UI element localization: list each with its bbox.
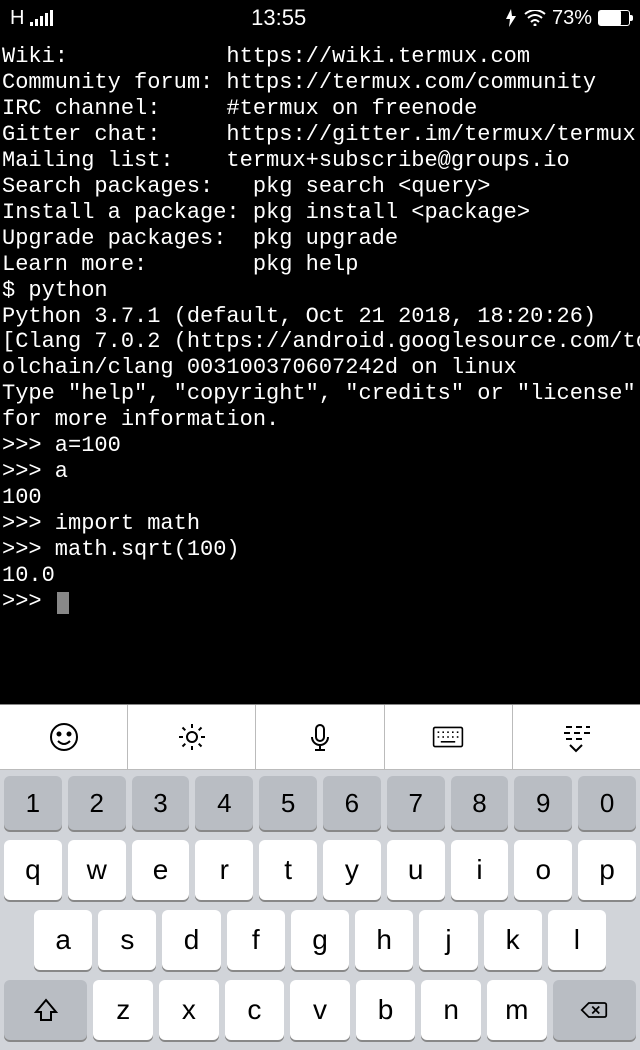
key-z[interactable]: z	[93, 980, 153, 1040]
key-0[interactable]: 0	[578, 776, 636, 830]
terminal-line: IRC channel: #termux on freenode	[2, 96, 638, 122]
signal-icon	[30, 10, 53, 26]
terminal-line: Mailing list: termux+subscribe@groups.io	[2, 148, 638, 174]
terminal-line: for more information.	[2, 407, 638, 433]
terminal-line: Learn more: pkg help	[2, 252, 638, 278]
terminal-line: Community forum: https://termux.com/comm…	[2, 70, 638, 96]
terminal-line: Type "help", "copyright", "credits" or "…	[2, 381, 638, 407]
soft-keyboard: 1234567890 qwertyuiop asdfghjkl zxcvbnm	[0, 770, 640, 1050]
terminal-line: Python 3.7.1 (default, Oct 21 2018, 18:2…	[2, 304, 638, 330]
key-f[interactable]: f	[227, 910, 285, 970]
charging-icon	[504, 9, 518, 27]
terminal-line: >>> math.sqrt(100)	[2, 537, 638, 563]
terminal-line: Gitter chat: https://gitter.im/termux/te…	[2, 122, 638, 148]
key-b[interactable]: b	[356, 980, 416, 1040]
key-h[interactable]: h	[355, 910, 413, 970]
terminal-line: >>> import math	[2, 511, 638, 537]
settings-button[interactable]	[128, 705, 256, 769]
status-left: H	[10, 7, 53, 30]
backspace-key[interactable]	[553, 980, 636, 1040]
emoji-button[interactable]	[0, 705, 128, 769]
key-l[interactable]: l	[548, 910, 606, 970]
key-a[interactable]: a	[34, 910, 92, 970]
key-k[interactable]: k	[484, 910, 542, 970]
key-d[interactable]: d	[162, 910, 220, 970]
clock: 13:55	[251, 5, 306, 31]
key-g[interactable]: g	[291, 910, 349, 970]
terminal-line: Search packages: pkg search <query>	[2, 174, 638, 200]
keyboard-switch-button[interactable]	[385, 705, 513, 769]
key-r[interactable]: r	[195, 840, 253, 900]
battery-icon	[598, 10, 630, 26]
carrier-label: H	[10, 7, 24, 30]
key-i[interactable]: i	[451, 840, 509, 900]
key-8[interactable]: 8	[451, 776, 509, 830]
key-n[interactable]: n	[421, 980, 481, 1040]
terminal-line: >>> a=100	[2, 433, 638, 459]
key-9[interactable]: 9	[514, 776, 572, 830]
key-e[interactable]: e	[132, 840, 190, 900]
status-right: 73%	[504, 7, 630, 30]
key-j[interactable]: j	[419, 910, 477, 970]
terminal-line: Wiki: https://wiki.termux.com	[2, 44, 638, 70]
terminal-line: >>>	[2, 589, 638, 615]
key-q[interactable]: q	[4, 840, 62, 900]
key-o[interactable]: o	[514, 840, 572, 900]
terminal-line: olchain/clang 003100370607242d on linux	[2, 355, 638, 381]
key-v[interactable]: v	[290, 980, 350, 1040]
terminal-line: Install a package: pkg install <package>	[2, 200, 638, 226]
terminal-line: $ python	[2, 278, 638, 304]
status-bar: H 13:55 73%	[0, 0, 640, 36]
key-c[interactable]: c	[225, 980, 285, 1040]
cursor	[57, 592, 69, 614]
key-u[interactable]: u	[387, 840, 445, 900]
terminal-line: 10.0	[2, 563, 638, 589]
battery-percent: 73%	[552, 7, 592, 30]
wifi-icon	[524, 10, 546, 26]
key-4[interactable]: 4	[195, 776, 253, 830]
key-p[interactable]: p	[578, 840, 636, 900]
key-5[interactable]: 5	[259, 776, 317, 830]
key-2[interactable]: 2	[68, 776, 126, 830]
voice-input-button[interactable]	[256, 705, 384, 769]
key-6[interactable]: 6	[323, 776, 381, 830]
key-w[interactable]: w	[68, 840, 126, 900]
key-3[interactable]: 3	[132, 776, 190, 830]
terminal-line: Upgrade packages: pkg upgrade	[2, 226, 638, 252]
key-1[interactable]: 1	[4, 776, 62, 830]
key-x[interactable]: x	[159, 980, 219, 1040]
key-t[interactable]: t	[259, 840, 317, 900]
key-7[interactable]: 7	[387, 776, 445, 830]
terminal-output[interactable]: Wiki: https://wiki.termux.comCommunity f…	[0, 36, 640, 704]
shift-key[interactable]	[4, 980, 87, 1040]
collapse-keyboard-button[interactable]	[513, 705, 640, 769]
terminal-line: [Clang 7.0.2 (https://android.googlesour…	[2, 329, 638, 355]
keyboard-toolbar	[0, 704, 640, 770]
key-m[interactable]: m	[487, 980, 547, 1040]
key-s[interactable]: s	[98, 910, 156, 970]
terminal-line: >>> a	[2, 459, 638, 485]
key-y[interactable]: y	[323, 840, 381, 900]
terminal-line: 100	[2, 485, 638, 511]
